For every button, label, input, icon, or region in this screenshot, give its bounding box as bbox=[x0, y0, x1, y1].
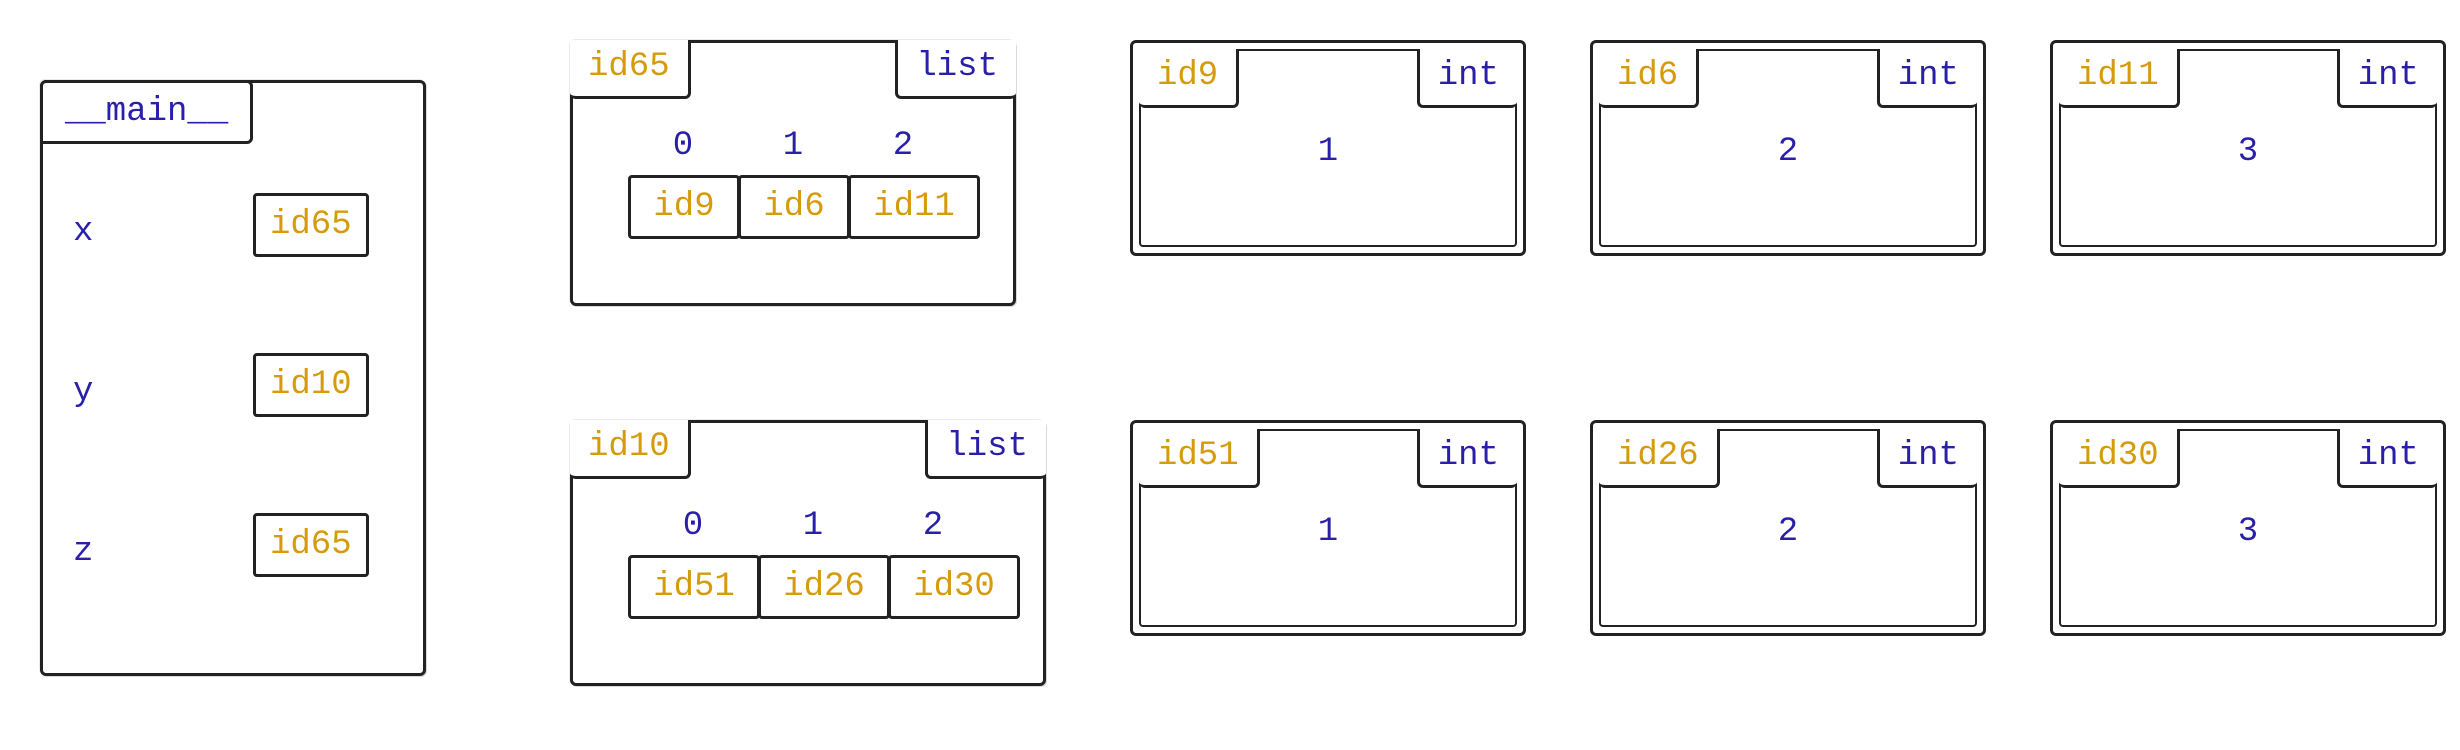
obj-list-id10: id10 list 0 1 2 id51 id26 id30 bbox=[570, 420, 1046, 686]
obj-value: 3 bbox=[2053, 513, 2443, 551]
idx-0: 0 bbox=[653, 507, 733, 545]
var-x-ref: id65 bbox=[253, 193, 369, 257]
var-z-ref: id65 bbox=[253, 513, 369, 577]
cell-0: id9 bbox=[628, 175, 740, 239]
cell-2: id11 bbox=[848, 175, 980, 239]
frame-title: __main__ bbox=[65, 93, 228, 131]
obj-list-id65: id65 list 0 1 2 id9 id6 id11 bbox=[570, 40, 1016, 306]
obj-type: int bbox=[2337, 429, 2437, 488]
obj-int-id51: id51 int 1 bbox=[1130, 420, 1526, 636]
idx-2: 2 bbox=[863, 127, 943, 165]
cell-1: id26 bbox=[758, 555, 890, 619]
obj-type: int bbox=[1417, 429, 1517, 488]
obj-value: 2 bbox=[1593, 133, 1983, 171]
var-z-name: z bbox=[73, 533, 93, 571]
obj-id: id10 bbox=[570, 420, 691, 479]
memory-diagram: __main__ x id65 y id10 z id65 id65 list … bbox=[0, 0, 2460, 750]
frame-title-box: __main__ bbox=[40, 80, 253, 144]
cell-0: id51 bbox=[628, 555, 760, 619]
obj-id: id30 bbox=[2059, 429, 2180, 488]
obj-id: id65 bbox=[570, 40, 691, 99]
obj-value: 2 bbox=[1593, 513, 1983, 551]
idx-2: 2 bbox=[893, 507, 973, 545]
cell-2: id30 bbox=[888, 555, 1020, 619]
obj-int-id26: id26 int 2 bbox=[1590, 420, 1986, 636]
idx-0: 0 bbox=[643, 127, 723, 165]
obj-type: list bbox=[895, 40, 1016, 99]
obj-value: 3 bbox=[2053, 133, 2443, 171]
obj-type: int bbox=[1877, 49, 1977, 108]
var-y-ref: id10 bbox=[253, 353, 369, 417]
var-y-name: y bbox=[73, 373, 93, 411]
obj-int-id6: id6 int 2 bbox=[1590, 40, 1986, 256]
obj-id: id26 bbox=[1599, 429, 1720, 488]
obj-id: id51 bbox=[1139, 429, 1260, 488]
obj-int-id9: id9 int 1 bbox=[1130, 40, 1526, 256]
obj-type: int bbox=[2337, 49, 2437, 108]
obj-id: id6 bbox=[1599, 49, 1699, 108]
obj-id: id9 bbox=[1139, 49, 1239, 108]
idx-1: 1 bbox=[773, 507, 853, 545]
obj-value: 1 bbox=[1133, 133, 1523, 171]
var-x-name: x bbox=[73, 213, 93, 251]
cell-1: id6 bbox=[738, 175, 850, 239]
obj-type: list bbox=[925, 420, 1046, 479]
frame-main: __main__ x id65 y id10 z id65 bbox=[40, 80, 426, 676]
obj-type: int bbox=[1877, 429, 1977, 488]
obj-type: int bbox=[1417, 49, 1517, 108]
obj-int-id11: id11 int 3 bbox=[2050, 40, 2446, 256]
obj-int-id30: id30 int 3 bbox=[2050, 420, 2446, 636]
obj-id: id11 bbox=[2059, 49, 2180, 108]
obj-value: 1 bbox=[1133, 513, 1523, 551]
idx-1: 1 bbox=[753, 127, 833, 165]
